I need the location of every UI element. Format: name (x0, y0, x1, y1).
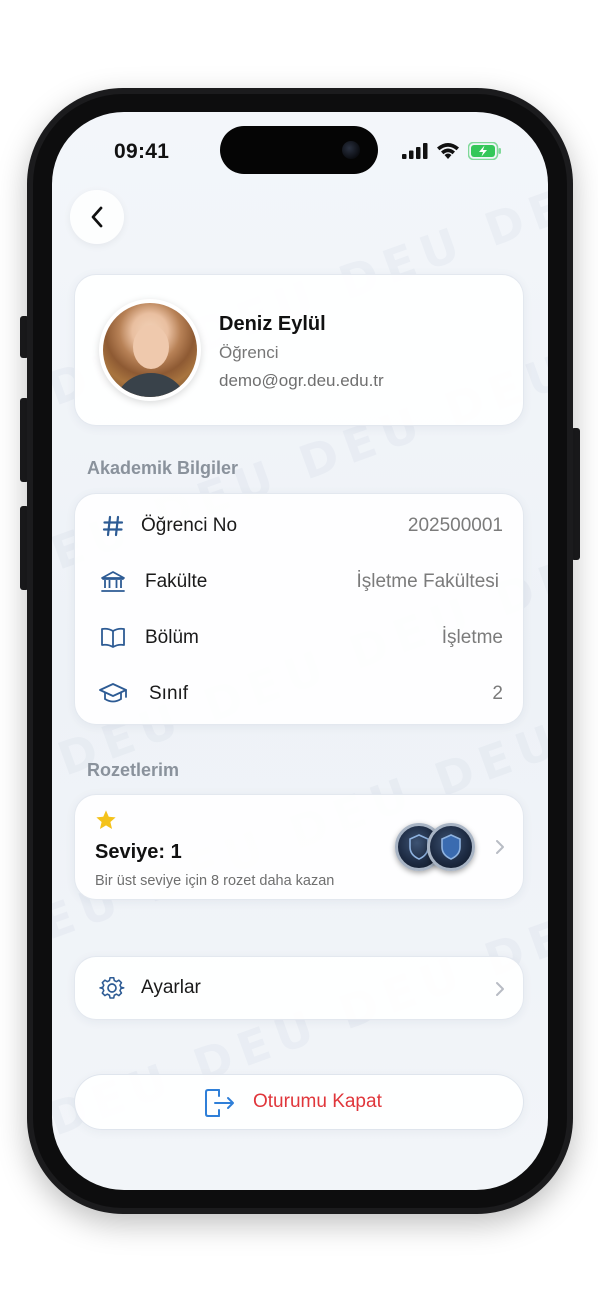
gear-icon (99, 976, 125, 999)
section-title-academic: Akademik Bilgiler (87, 458, 239, 478)
book-icon (99, 624, 127, 652)
info-row-student-no: Öğrenci No 202500001 (75, 498, 523, 554)
back-button[interactable] (70, 190, 124, 244)
profile-role: Öğrenci (219, 343, 279, 362)
profile-email: demo@ogr.deu.edu.tr (219, 371, 384, 390)
avatar-photo (103, 303, 197, 397)
camera-icon (342, 141, 360, 159)
badge-medal-icon (427, 823, 475, 871)
profile-card: Deniz Eylül Öğrenci demo@ogr.deu.edu.tr (74, 274, 524, 426)
bank-icon (99, 568, 127, 596)
info-row-department: Bölüm İşletme (75, 610, 523, 666)
chevron-right-icon (496, 840, 504, 854)
logout-label: Oturumu Kapat (253, 1091, 382, 1112)
info-label: Bölüm (145, 627, 199, 648)
hash-icon (99, 512, 127, 540)
status-time: 09:41 (114, 140, 170, 163)
cellular-signal-icon (402, 143, 428, 159)
info-label: Fakülte (145, 571, 208, 592)
avatar-shirt (113, 373, 189, 397)
graduation-cap-icon (99, 680, 127, 708)
academic-info-card: Öğrenci No 202500001 Fakülte İşletme Fak… (74, 493, 524, 725)
profile-name: Deniz Eylül (219, 313, 326, 335)
info-value: 2 (492, 683, 503, 704)
star-icon (96, 810, 116, 829)
settings-label: Ayarlar (141, 977, 201, 998)
logout-button[interactable]: Oturumu Kapat (74, 1074, 524, 1130)
info-label: Sınıf (149, 683, 189, 704)
info-value: İşletme Fakültesi (356, 571, 499, 592)
info-row-class: Sınıf 2 (75, 666, 523, 722)
info-value: 202500001 (407, 515, 503, 536)
level-subtitle: Bir üst seviye için 8 rozet daha kazan (95, 873, 335, 889)
chevron-left-icon (91, 206, 103, 228)
logout-icon (205, 1089, 234, 1117)
avatar-face (133, 325, 169, 369)
badge-card[interactable]: Seviye: 1 Bir üst seviye için 8 rozet da… (74, 794, 524, 900)
settings-row[interactable]: Ayarlar (74, 956, 524, 1020)
battery-charging-icon (468, 142, 501, 160)
info-value: İşletme (441, 627, 503, 648)
status-icons (402, 142, 502, 160)
chevron-right-icon (496, 982, 504, 996)
info-row-faculty: Fakülte İşletme Fakültesi (75, 554, 523, 610)
info-label: Öğrenci No (141, 515, 238, 536)
wifi-icon (437, 143, 459, 159)
level-title: Seviye: 1 (95, 841, 182, 863)
screen: DEU DEU DEU DEU DEU DEU DEU DEU DEU DEU … (52, 112, 548, 1190)
avatar (99, 299, 201, 401)
dynamic-island (220, 126, 378, 174)
section-title-badges: Rozetlerim (87, 760, 180, 780)
